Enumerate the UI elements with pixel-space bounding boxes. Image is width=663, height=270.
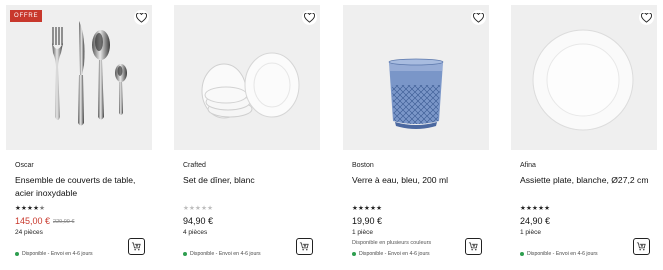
cart-plus-icon — [131, 242, 141, 251]
rating-stars: ★★★★★ — [15, 205, 46, 212]
product-image[interactable] — [511, 5, 657, 150]
blue-glass-icon — [388, 58, 444, 129]
availability: Disponible - Envoi en 4-6 jours — [183, 251, 261, 257]
product-card[interactable]: Boston Verre à eau, bleu, 200 ml ★★★★★ 1… — [343, 0, 489, 270]
product-grid: OFFRE Oscar Ensemble de couverts de tabl… — [0, 0, 663, 270]
rating-stars: ★★★★★ — [520, 205, 551, 212]
availability-text: Disponible - Envoi en 4-6 jours — [527, 251, 598, 257]
availability-text: Disponible - Envoi en 4-6 jours — [22, 251, 93, 257]
cart-plus-icon — [636, 242, 646, 251]
color-options-note: Disponible en plusieurs couleurs — [352, 240, 432, 246]
plates-stack-icon — [201, 52, 300, 119]
flat-plate-icon — [532, 29, 634, 131]
add-to-cart-button[interactable] — [128, 238, 145, 255]
product-card[interactable]: Afina Assiette plate, blanche, Ø27,2 cm … — [511, 0, 657, 270]
add-to-cart-button[interactable] — [633, 238, 650, 255]
product-card[interactable]: Crafted Set de dîner, blanc ★★★★★ 94,90 … — [174, 0, 320, 270]
pieces-count: 4 pièces — [183, 229, 208, 236]
wishlist-heart-icon[interactable] — [471, 10, 486, 25]
availability: Disponible - Envoi en 4-6 jours — [15, 251, 93, 257]
product-image[interactable] — [343, 5, 489, 150]
add-to-cart-button[interactable] — [296, 238, 313, 255]
availability-text: Disponible - Envoi en 4-6 jours — [190, 251, 261, 257]
rating-stars: ★★★★★ — [352, 205, 383, 212]
old-price: 229,00 € — [53, 219, 75, 225]
availability-dot-icon — [520, 252, 524, 256]
availability: Disponible - Envoi en 4-6 jours — [352, 251, 430, 257]
product-price: 19,90 € — [352, 216, 383, 226]
product-price: 24,90 € — [520, 216, 551, 226]
add-to-cart-button[interactable] — [465, 238, 482, 255]
pieces-count: 1 pièce — [520, 229, 541, 236]
wishlist-heart-icon[interactable] — [302, 10, 317, 25]
availability-dot-icon — [352, 252, 356, 256]
product-price: 145,00 €229,00 € — [15, 216, 74, 227]
pieces-count: 1 pièce — [352, 229, 373, 236]
product-title[interactable]: Verre à eau, bleu, 200 ml — [352, 174, 486, 187]
wishlist-heart-icon[interactable] — [134, 10, 149, 25]
cart-plus-icon — [299, 242, 309, 251]
product-image[interactable]: OFFRE — [6, 5, 152, 150]
availability-text: Disponible - Envoi en 4-6 jours — [359, 251, 430, 257]
offer-badge: OFFRE — [10, 10, 43, 22]
product-price: 94,90 € — [183, 216, 214, 226]
product-card[interactable]: OFFRE Oscar Ensemble de couverts de tabl… — [6, 0, 152, 270]
product-collection: Boston — [352, 162, 374, 169]
product-title[interactable]: Assiette plate, blanche, Ø27,2 cm — [520, 174, 654, 187]
product-collection: Afina — [520, 162, 536, 169]
pieces-count: 24 pièces — [15, 229, 43, 236]
cutlery-icon — [52, 21, 127, 126]
availability-dot-icon — [15, 252, 19, 256]
wishlist-heart-icon[interactable] — [639, 10, 654, 25]
cart-plus-icon — [468, 242, 478, 251]
product-title[interactable]: Set de dîner, blanc — [183, 174, 317, 187]
rating-stars: ★★★★★ — [183, 205, 214, 212]
product-image[interactable] — [174, 5, 320, 150]
availability: Disponible - Envoi en 4-6 jours — [520, 251, 598, 257]
product-collection: Oscar — [15, 162, 34, 169]
sale-price: 145,00 € — [15, 216, 51, 226]
availability-dot-icon — [183, 252, 187, 256]
product-title[interactable]: Ensemble de couverts de table, acier ino… — [15, 174, 149, 200]
product-collection: Crafted — [183, 162, 206, 169]
